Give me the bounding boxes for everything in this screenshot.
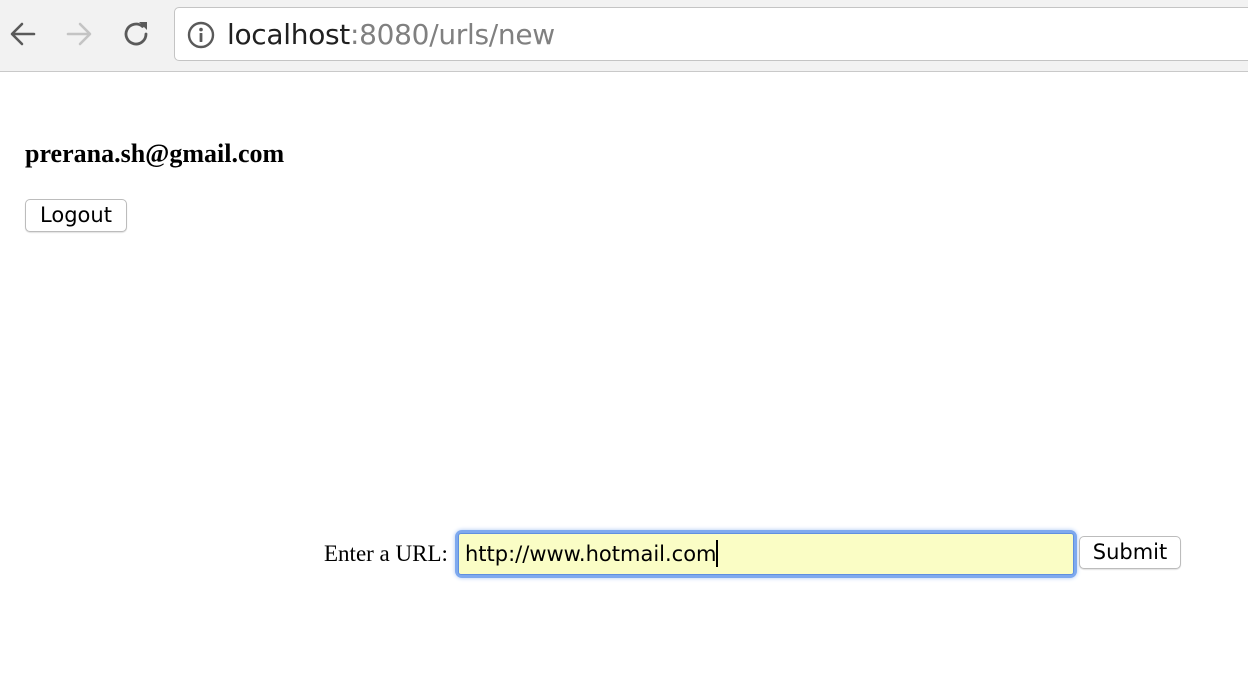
address-url[interactable]: localhost:8080/urls/new bbox=[227, 17, 555, 53]
info-icon[interactable] bbox=[187, 21, 215, 49]
text-caret bbox=[716, 540, 718, 567]
user-email: prerana.sh@gmail.com bbox=[25, 139, 285, 168]
address-url-host: localhost bbox=[227, 18, 350, 51]
submit-button[interactable]: Submit bbox=[1079, 536, 1181, 569]
address-url-path: :8080/urls/new bbox=[350, 18, 555, 51]
forward-button[interactable] bbox=[62, 16, 96, 52]
back-button[interactable] bbox=[6, 16, 40, 52]
arrow-left-icon bbox=[10, 22, 36, 46]
url-input-label: Enter a URL: bbox=[324, 541, 448, 566]
url-input-container bbox=[458, 533, 1074, 575]
logout-button[interactable]: Logout bbox=[25, 199, 127, 232]
arrow-right-icon bbox=[66, 22, 92, 46]
browser-toolbar: localhost:8080/urls/new bbox=[0, 0, 1248, 72]
address-bar[interactable]: localhost:8080/urls/new bbox=[174, 7, 1248, 61]
reload-icon bbox=[124, 22, 148, 46]
reload-button[interactable] bbox=[119, 16, 153, 52]
url-input[interactable] bbox=[458, 533, 1074, 575]
